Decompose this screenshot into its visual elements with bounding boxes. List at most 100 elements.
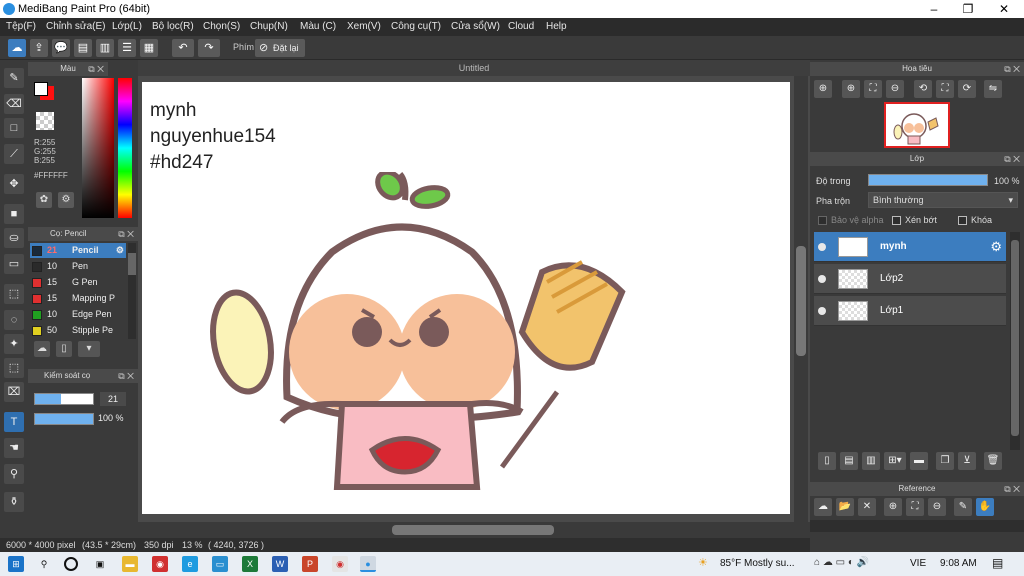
system-tray-icons[interactable]: ⌂ ☁ ▭ ◐ 🔊 — [814, 557, 869, 568]
rotate-left-icon[interactable]: ⟲ — [914, 80, 932, 98]
menu-layer[interactable]: Lớp(L) — [112, 21, 142, 32]
minimize-button[interactable]: – — [916, 0, 952, 18]
panel-controls-icon[interactable]: ⧉ ✕ — [118, 227, 134, 241]
weather-text[interactable]: 85°F Mostly su... — [720, 558, 795, 569]
color-settings-icon[interactable]: ⚙ — [58, 192, 74, 208]
brush-item-g-pen[interactable]: 15 G Pen — [30, 275, 126, 290]
undo-icon[interactable]: ↶ — [172, 39, 194, 57]
dropper-tool-icon[interactable]: ⚱ — [4, 492, 24, 512]
saturation-value-picker[interactable] — [82, 78, 114, 218]
lasso-tool-icon[interactable]: ◌ — [4, 310, 24, 330]
gradient-tool-icon[interactable]: ▭ — [4, 254, 24, 274]
select-eraser-tool-icon[interactable]: ⌧ — [4, 382, 24, 402]
layer-list-scrollbar[interactable] — [1010, 232, 1020, 450]
zoom-in-icon[interactable]: ⊕ — [842, 80, 860, 98]
palette-icon[interactable]: ✿ — [36, 192, 52, 208]
brush-tool-icon[interactable]: ✎ — [4, 68, 24, 88]
ref-zoom-out-icon[interactable]: ⊖ — [928, 498, 946, 516]
menu-window[interactable]: Cửa sổ(W) — [451, 21, 500, 32]
ref-fit-icon[interactable]: ⛶ — [906, 498, 924, 516]
chrome-alt-icon[interactable]: ◉ — [152, 556, 168, 572]
menu-select[interactable]: Chọn(S) — [203, 21, 240, 32]
ref-cloud-icon[interactable]: ☁ — [814, 498, 832, 516]
panel-controls-icon[interactable]: ⧉ ✕ — [118, 369, 134, 383]
file-explorer-icon[interactable]: ▬ — [122, 556, 138, 572]
dot-tool-icon[interactable]: ⟋ — [4, 144, 24, 164]
shape-tool-icon[interactable]: □ — [4, 118, 24, 138]
gear-icon[interactable]: ⚙ — [990, 239, 1002, 255]
select-pen-tool-icon[interactable]: ⬚ — [4, 358, 24, 378]
medibang-taskbar-icon[interactable]: ● — [360, 556, 376, 572]
new-8bit-layer-icon[interactable]: ▥ — [862, 452, 880, 470]
new-layer-icon[interactable]: ▯ — [818, 452, 836, 470]
windows-start-icon[interactable]: ⊞ — [8, 556, 24, 572]
protect-alpha-checkbox[interactable] — [818, 216, 827, 225]
eyedropper-tool-icon[interactable]: ⚲ — [4, 464, 24, 484]
excel-icon[interactable]: X — [242, 556, 258, 572]
rotate-right-icon[interactable]: ⟳ — [958, 80, 976, 98]
blend-mode-select[interactable]: Bình thường ▾ — [868, 192, 1018, 208]
fit-canvas-icon[interactable]: ⛶ — [936, 80, 954, 98]
folder-icon[interactable]: ▬ — [910, 452, 928, 470]
redo-icon[interactable]: ↷ — [198, 39, 220, 57]
brush-item-pencil[interactable]: 21 Pencil ⚙ — [30, 243, 126, 258]
magic-wand-tool-icon[interactable]: ✦ — [4, 334, 24, 354]
menu-color[interactable]: Màu (C) — [300, 21, 336, 32]
text-tool-icon[interactable]: T — [4, 412, 24, 432]
menu-help[interactable]: Help — [546, 21, 567, 32]
brush-item-pen[interactable]: 10 Pen — [30, 259, 126, 274]
clipping-checkbox[interactable] — [892, 216, 901, 225]
chrome-icon[interactable]: ◉ — [332, 556, 348, 572]
layer-row-lop2[interactable]: Lớp2 — [814, 264, 1006, 294]
notification-icon[interactable]: ▤ — [992, 556, 1003, 570]
navigator-preview[interactable] — [884, 102, 950, 148]
menu-tools[interactable]: Công cụ(T) — [391, 21, 441, 32]
scrollbar-thumb[interactable] — [1011, 240, 1019, 436]
comment-icon[interactable]: ▤ — [74, 39, 92, 57]
reference-view[interactable] — [810, 520, 1024, 532]
move-tool-icon[interactable]: ✥ — [4, 174, 24, 194]
lock-checkbox[interactable] — [958, 216, 967, 225]
new-brush-icon[interactable]: ▯ — [56, 341, 72, 357]
flip-icon[interactable]: ⇋ — [984, 80, 1002, 98]
panel-controls-icon[interactable]: ⧉ ✕ — [1004, 482, 1020, 496]
brush-size-value[interactable]: 21 — [100, 392, 126, 406]
canvas-vertical-scrollbar[interactable] — [794, 76, 808, 522]
reset-button[interactable]: ⊘ Đặt lại — [255, 39, 305, 57]
duplicate-layer-icon[interactable]: ❐ — [936, 452, 954, 470]
ref-zoom-in-icon[interactable]: ⊕ — [884, 498, 902, 516]
edge-icon[interactable]: e — [182, 556, 198, 572]
monitor-icon[interactable]: ▭ — [212, 556, 228, 572]
menu-filter[interactable]: Bộ lọc(R) — [152, 21, 194, 32]
horizontal-scroll-thumb[interactable] — [392, 525, 554, 535]
brush-size-slider[interactable] — [34, 393, 94, 405]
panel-controls-icon[interactable]: ⧉ ✕ — [88, 62, 104, 76]
panel-controls-icon[interactable]: ⧉ ✕ — [1004, 62, 1020, 76]
menu-edit[interactable]: Chỉnh sửa(E) — [46, 21, 106, 32]
brush-opacity-slider[interactable] — [34, 413, 94, 425]
add-layer-dropdown-icon[interactable]: ⊞▾ — [884, 452, 906, 470]
hue-slider[interactable] — [118, 78, 132, 218]
word-icon[interactable]: W — [272, 556, 288, 572]
cortana-icon[interactable] — [64, 557, 78, 571]
layer-opacity-slider[interactable] — [868, 174, 988, 186]
primary-color-swatch[interactable] — [34, 82, 48, 96]
eraser-tool-icon[interactable]: ⌫ — [4, 94, 24, 114]
ref-eyedropper-icon[interactable]: ✎ — [954, 498, 972, 516]
bucket-tool-icon[interactable]: ⛀ — [4, 228, 24, 248]
brush-list-scrollbar[interactable] — [128, 243, 136, 339]
brush-item-edge-pen[interactable]: 10 Edge Pen — [30, 307, 126, 322]
fit-screen-icon[interactable]: ⛶ — [864, 80, 882, 98]
document-tab[interactable]: Untitled — [138, 60, 810, 76]
search-icon[interactable]: ⚲ — [36, 556, 52, 572]
clock-time[interactable]: 9:08 AM — [940, 558, 977, 569]
brush-item-mapping-pen[interactable]: 15 Mapping P — [30, 291, 126, 306]
visibility-icon[interactable] — [818, 307, 826, 315]
cloud-icon[interactable]: ☁ — [8, 39, 26, 57]
zoom-fit-icon[interactable]: ⊕ — [814, 80, 832, 98]
speech-bubble-icon[interactable]: 💬 — [52, 39, 70, 57]
ref-hand-icon[interactable]: ✋ — [976, 498, 994, 516]
grid-icon[interactable]: ▦ — [140, 39, 158, 57]
zoom-out-icon[interactable]: ⊖ — [886, 80, 904, 98]
open-folder-icon[interactable]: 📂 — [836, 498, 854, 516]
